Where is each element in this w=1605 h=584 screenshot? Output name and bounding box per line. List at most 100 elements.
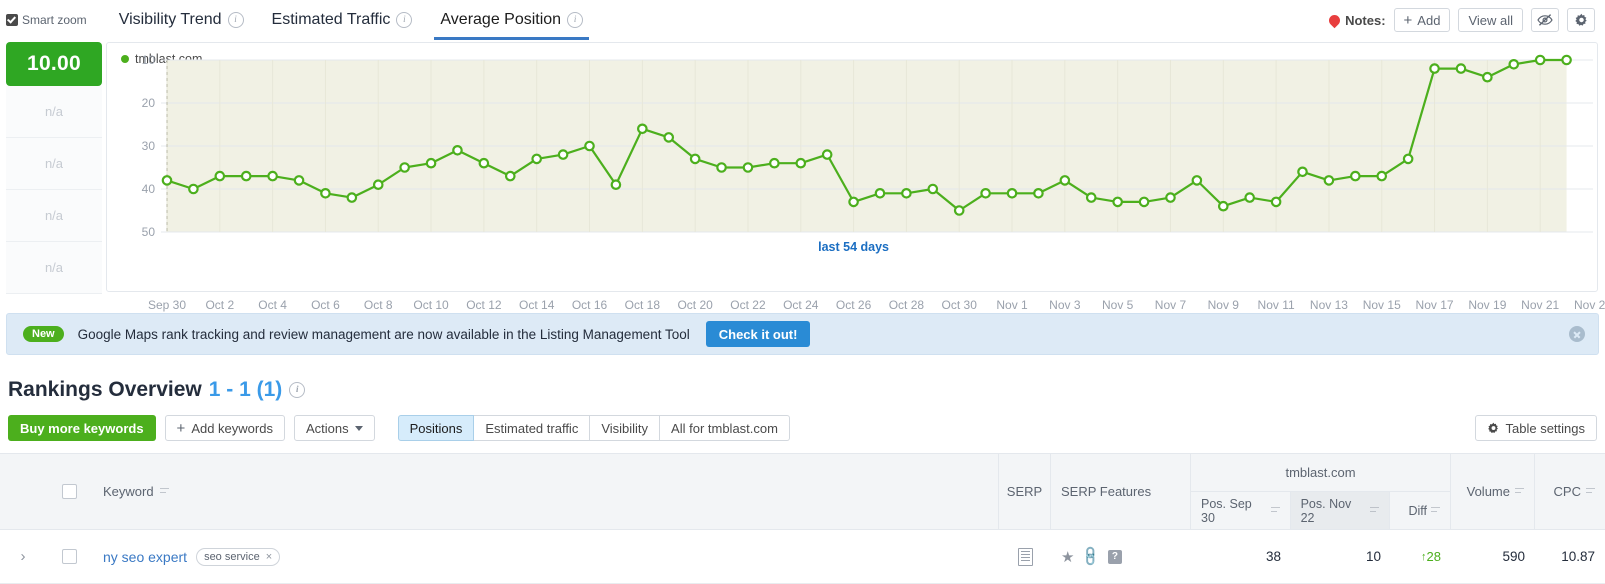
tab-visibility-trend[interactable]: Visibility Trend i — [105, 0, 258, 40]
smart-zoom-checkbox[interactable] — [6, 14, 18, 26]
header-pos-start[interactable]: Pos. Sep 30 — [1191, 492, 1291, 529]
segment-visibility[interactable]: Visibility — [590, 415, 661, 441]
header-cpc[interactable]: CPC — [1535, 454, 1605, 529]
keyword-tag[interactable]: seo service × — [196, 547, 281, 566]
x-axis-tick: Nov 13 — [1309, 298, 1348, 312]
rankings-table: Keyword SERP SERP Features tmblast.com P… — [0, 453, 1605, 584]
eye-off-icon — [1537, 14, 1553, 26]
average-position-chart[interactable]: tmblast.com 10 20 30 40 50 Sep 30 Oct 2 Oct 4O… — [106, 42, 1605, 312]
select-all-checkbox[interactable] — [62, 484, 77, 499]
header-keyword[interactable]: Keyword — [93, 454, 999, 529]
info-icon[interactable]: i — [567, 12, 584, 28]
x-axis-tick: Oct 14 — [519, 298, 555, 312]
actions-dropdown[interactable]: Actions — [293, 415, 375, 441]
row-serp-features-cell: ★ 🔗 ? — [1051, 544, 1191, 568]
star-icon[interactable]: ★ — [1061, 548, 1074, 566]
check-it-out-button[interactable]: Check it out! — [705, 321, 811, 347]
view-all-label: View all — [1468, 12, 1513, 28]
table-settings-label: Table settings — [1505, 420, 1586, 436]
table-row[interactable]: › ny seo expert seo service × ★ 🔗 ? 38 1… — [0, 530, 1605, 584]
sort-icon[interactable] — [1430, 506, 1440, 515]
svg-text:40: 40 — [142, 182, 156, 196]
header-volume[interactable]: Volume — [1451, 454, 1535, 529]
x-axis-tick: Oct 2 — [205, 298, 235, 312]
chevron-right-icon[interactable]: › — [21, 549, 26, 564]
x-axis-tick: Oct 6 — [311, 298, 340, 312]
header-diff-label: Diff — [1408, 503, 1427, 518]
info-icon[interactable]: i — [289, 382, 306, 398]
smart-zoom-toggle[interactable]: Smart zoom — [6, 13, 87, 27]
notes-label: Notes: — [1345, 12, 1386, 28]
row-cpc: 10.87 — [1561, 549, 1595, 564]
sort-icon[interactable] — [1370, 506, 1380, 515]
x-axis-tick: Oct 8 — [363, 298, 393, 312]
add-keywords-button[interactable]: + Add keywords — [164, 415, 285, 441]
segment-all-for-domain[interactable]: All for tmblast.com — [660, 415, 790, 441]
table-settings-button[interactable]: Table settings — [1474, 415, 1597, 441]
segment-positions[interactable]: Positions — [397, 415, 475, 441]
sort-icon[interactable] — [1515, 487, 1524, 496]
hide-notes-button[interactable] — [1531, 8, 1559, 32]
tab-average-position[interactable]: Average Position i — [426, 0, 597, 40]
info-icon[interactable]: i — [227, 12, 244, 28]
header-select-all-cell — [46, 454, 93, 529]
tab-label: Estimated Traffic — [271, 11, 391, 28]
add-note-label: Add — [1417, 12, 1441, 28]
header-pos-start-label: Pos. Sep 30 — [1201, 496, 1252, 525]
x-axis-tick: Oct 10 — [413, 298, 449, 312]
x-axis-tick: Nov 5 — [1101, 298, 1134, 312]
info-icon[interactable]: i — [396, 12, 413, 28]
tab-estimated-traffic[interactable]: Estimated Traffic i — [258, 0, 427, 40]
keyword-tag-label: seo service — [204, 550, 260, 563]
close-icon[interactable] — [1569, 326, 1585, 342]
chart-settings-button[interactable] — [1567, 8, 1595, 32]
notes-label-group: Notes: — [1326, 12, 1386, 28]
header-pos-end[interactable]: Pos. Nov 22 — [1290, 492, 1391, 529]
header-keyword-label: Keyword — [103, 484, 154, 499]
score-empty-row: n/a — [6, 138, 102, 190]
chart-toolbar: Smart zoom Visibility Trend i Estimated … — [0, 0, 1605, 41]
header-cpc-label: CPC — [1553, 484, 1581, 499]
header-diff[interactable]: Diff — [1390, 492, 1450, 529]
row-expand-cell: › — [0, 549, 46, 564]
row-volume: 590 — [1502, 549, 1525, 564]
row-checkbox[interactable] — [62, 549, 77, 564]
segment-estimated-traffic[interactable]: Estimated traffic — [474, 415, 591, 441]
row-diff: ↑ 28 — [1391, 549, 1451, 564]
view-segmented-control: Positions Estimated traffic Visibility A… — [397, 415, 790, 441]
question-box-icon[interactable]: ? — [1107, 549, 1122, 564]
document-icon[interactable] — [1017, 547, 1033, 566]
svg-text:50: 50 — [142, 225, 156, 239]
buy-more-keywords-button[interactable]: Buy more keywords — [8, 415, 156, 441]
sort-icon[interactable] — [1270, 506, 1280, 515]
promo-banner: New Google Maps rank tracking and review… — [6, 313, 1599, 355]
row-keyword-cell: ny seo expert seo service × — [93, 547, 999, 566]
x-axis-tick: Oct 4 — [258, 298, 287, 312]
gear-icon — [1487, 422, 1498, 433]
remove-tag-icon[interactable]: × — [266, 551, 272, 563]
row-pos-start: 38 — [1265, 549, 1281, 564]
chart-section: 10.00 n/a n/a n/a n/a tmblast.com 10 20 30… — [0, 40, 1605, 312]
plus-icon: + — [1403, 11, 1413, 29]
page-title: Rankings Overview 1 - 1 (1) i — [8, 378, 306, 402]
header-pos-end-label: Pos. Nov 22 — [1300, 496, 1352, 525]
row-pos-end: 10 — [1365, 549, 1381, 564]
tab-label: Visibility Trend — [118, 11, 222, 28]
add-note-button[interactable]: + Add — [1393, 8, 1451, 32]
chart-range-annotation: last 54 days — [818, 240, 890, 254]
header-domain-subcolumns: Pos. Sep 30 Pos. Nov 22 Diff — [1191, 491, 1450, 529]
score-empty-row: n/a — [6, 190, 102, 242]
link-icon[interactable]: 🔗 — [1079, 544, 1103, 568]
keyword-link[interactable]: ny seo expert — [103, 549, 187, 565]
view-all-notes-button[interactable]: View all — [1458, 8, 1523, 32]
svg-text:30: 30 — [142, 139, 156, 153]
tab-label: Average Position — [440, 11, 562, 28]
header-expander-cell — [0, 454, 46, 529]
average-position-score: 10.00 — [6, 42, 102, 86]
x-axis-tick: Nov 19 — [1468, 298, 1507, 312]
sort-icon[interactable] — [1586, 487, 1595, 496]
x-axis-tick: Oct 30 — [941, 298, 977, 312]
sort-icon[interactable] — [159, 487, 169, 496]
rankings-toolbar: Buy more keywords + Add keywords Actions… — [8, 415, 1597, 441]
add-keywords-label: Add keywords — [191, 420, 273, 436]
